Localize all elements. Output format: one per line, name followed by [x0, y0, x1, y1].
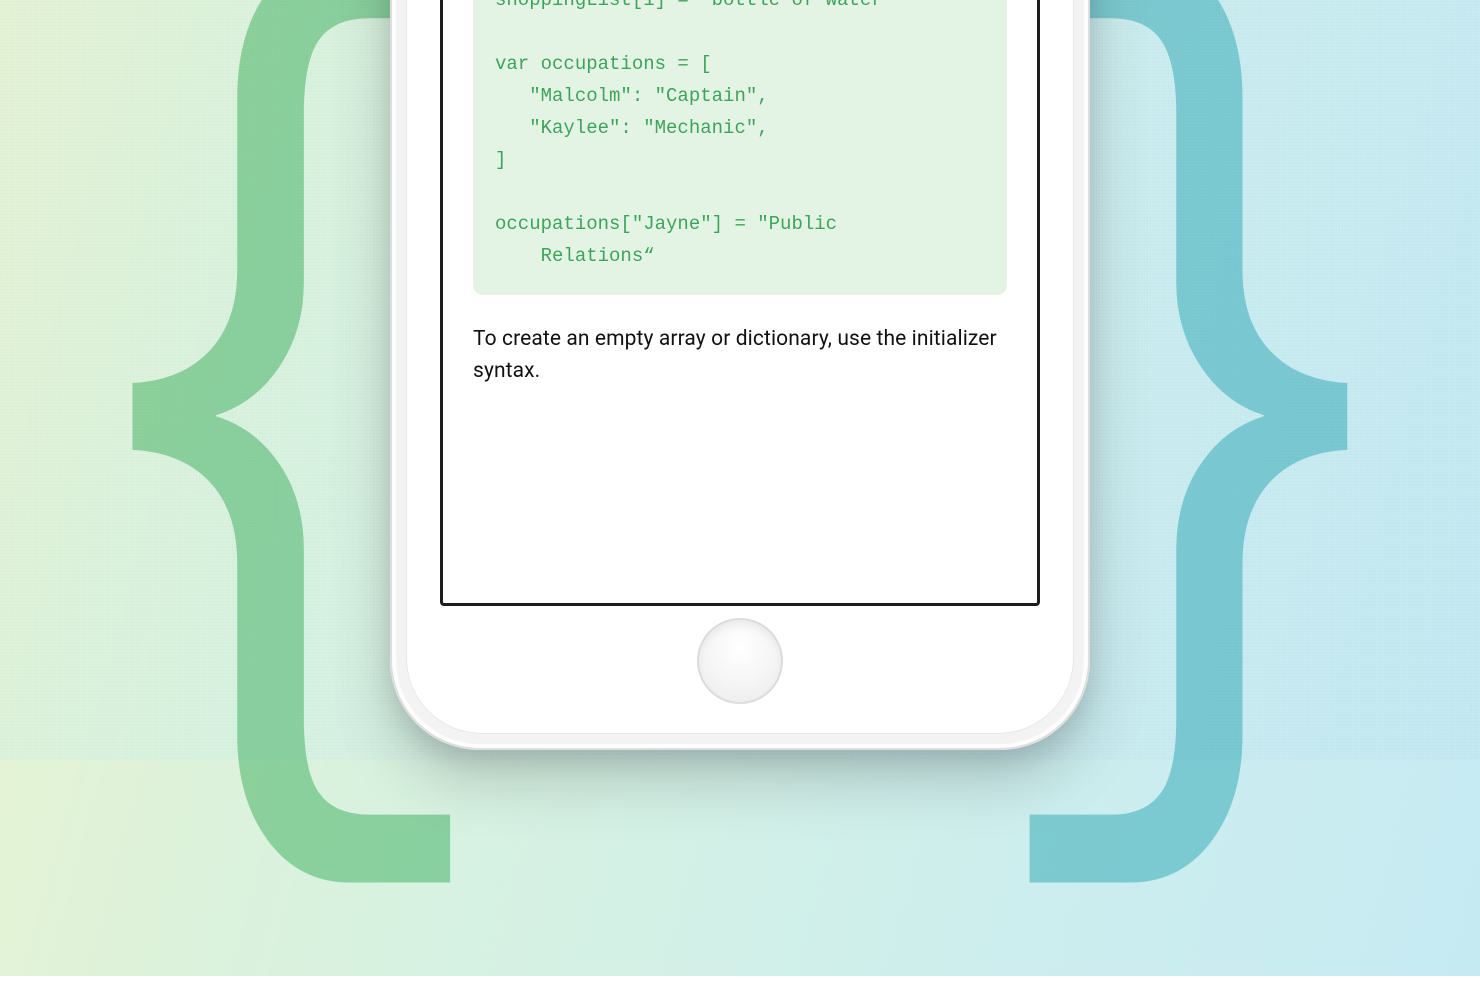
home-button[interactable] [697, 618, 783, 704]
code-snippet[interactable]: var shoppingList = ["catfish", "water", … [495, 0, 985, 273]
paragraph-initializer-syntax: To create an empty array or dictionary, … [473, 323, 1007, 388]
phone-inner: allowed after the last element. Swift va… [406, 0, 1074, 734]
phone-screen[interactable]: allowed after the last element. Swift va… [440, 0, 1040, 606]
phone-frame: allowed after the last element. Swift va… [390, 0, 1090, 750]
code-block[interactable]: Swift var shoppingList = ["catfish", "wa… [473, 0, 1007, 295]
article-content[interactable]: allowed after the last element. Swift va… [443, 0, 1037, 603]
